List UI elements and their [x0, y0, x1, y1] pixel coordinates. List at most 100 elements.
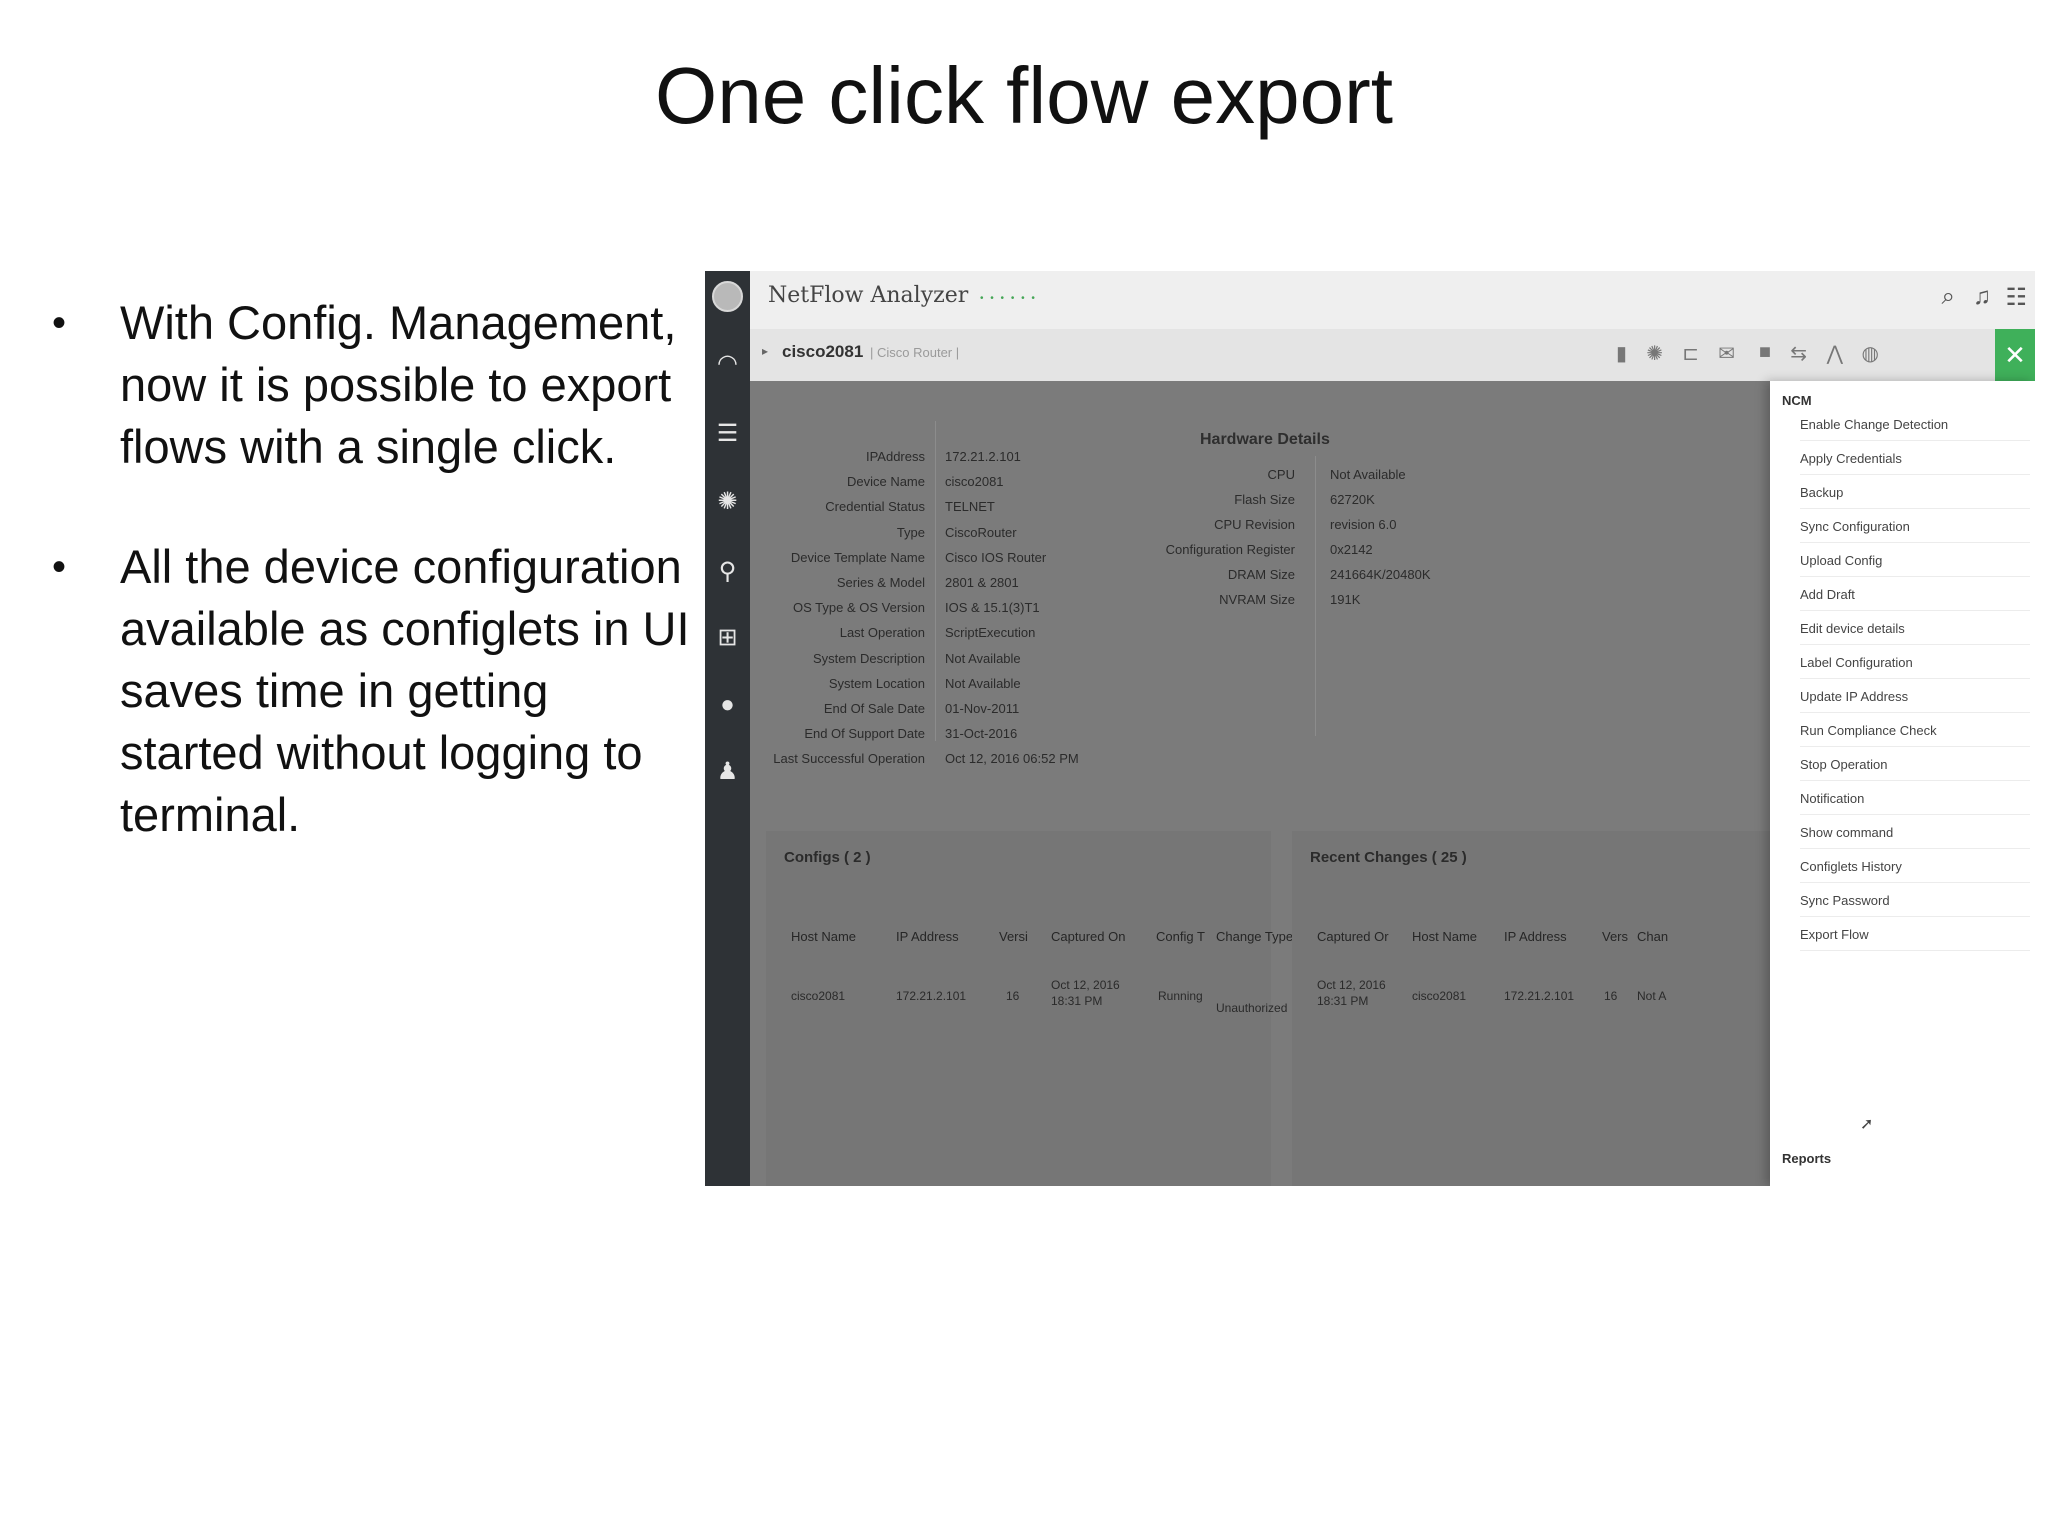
expand-arrow-icon[interactable]: ▸ [762, 344, 768, 358]
recent-changes-panel: Recent Changes ( 25 ) Captured Or Host N… [1292, 831, 1775, 1186]
avatar[interactable] [712, 281, 743, 312]
menu-item-stop-operation[interactable]: Stop Operation [1800, 757, 2030, 781]
hardware-title: Hardware Details [1200, 431, 1330, 448]
app-header: NetFlow Analyzer • • • • • • ⌕ ♫ ☷ [750, 271, 2035, 330]
device-info-label: Device Name [846, 474, 925, 490]
chat-icon[interactable]: ● [705, 691, 750, 719]
divider [935, 421, 936, 741]
column-header[interactable]: Chan [1637, 929, 1668, 944]
database-icon[interactable]: ◍ [1862, 341, 1879, 366]
column-header[interactable]: IP Address [896, 929, 959, 944]
menu-item-export-flow[interactable]: Export Flow [1800, 927, 2030, 951]
menu-item-add-draft[interactable]: Add Draft [1800, 587, 2030, 611]
table-cell: cisco2081 [791, 989, 846, 1003]
close-button[interactable]: ✕ [1995, 329, 2035, 381]
table-cell: 172.21.2.101 [896, 989, 967, 1003]
device-info-label: End Of Sale Date [823, 701, 925, 716]
device-info-value: Not Available [945, 650, 1021, 666]
hardware-label: CPU [1267, 467, 1295, 482]
table-cell: Unauthorized [1216, 1001, 1288, 1015]
graph-icon[interactable]: ⋀ [1827, 341, 1843, 366]
column-header[interactable]: IP Address [1504, 929, 1567, 944]
menu-item-backup[interactable]: Backup [1800, 485, 2030, 509]
menu-item-apply-credentials[interactable]: Apply Credentials [1800, 451, 2030, 475]
recent-changes-title: Recent Changes ( 25 ) [1310, 849, 1467, 866]
menu-item-configlets-history[interactable]: Configlets History [1800, 859, 2030, 883]
hardware-value: 62720K [1330, 492, 1375, 507]
location-pin-icon[interactable]: ⚲ [705, 557, 750, 586]
brand-dots: • • • • • • [980, 293, 1037, 304]
device-info-label: End Of Support Date [804, 726, 925, 742]
device-details-panel: IPAddress 172.21.2.101 Device Name cisco208… [750, 381, 1775, 1186]
column-header[interactable]: Vers [1602, 929, 1628, 944]
menu-item-upload-config[interactable]: Upload Config [1800, 553, 2030, 577]
table-cell: Not A [1637, 989, 1667, 1003]
alarm-icon[interactable]: ✺ [1646, 341, 1663, 366]
menu-item-update-ip-address[interactable]: Update IP Address [1800, 689, 2030, 713]
bullet-list: With Config. Management, now it is possi… [52, 292, 692, 904]
column-header[interactable]: Versi [999, 929, 1028, 944]
column-header[interactable]: Host Name [1412, 929, 1477, 944]
delete-icon[interactable]: ▮ [1616, 341, 1627, 366]
menu-item-run-compliance-check[interactable]: Run Compliance Check [1800, 723, 2030, 747]
device-toolbar: ▸ cisco2081 | Cisco Router | ▮ ✺ ⊏ ✉ ■ ⇆… [750, 329, 2035, 381]
hardware-label: CPU Revision [1214, 517, 1295, 532]
device-info-label: Credential Status [825, 499, 925, 515]
column-header[interactable]: Captured Or [1317, 929, 1389, 944]
menu-item-notification[interactable]: Notification [1800, 791, 2030, 815]
device-info-value: TELNET [945, 499, 995, 515]
device-info-value: cisco2081 [945, 474, 1004, 490]
table-cell: cisco2081 [1412, 989, 1467, 1003]
menu-item-enable-change-detection[interactable]: Enable Change Detection [1800, 417, 2030, 441]
search-icon[interactable]: ⌕ [1942, 283, 1955, 311]
hardware-value: 0x2142 [1330, 542, 1373, 557]
dashboard-icon[interactable]: ◠ [705, 349, 750, 378]
menu-reports[interactable]: Reports [1782, 1151, 1831, 1166]
bullet-configlets: All the device configuration available a… [52, 536, 692, 846]
device-info-label: Last Operation [839, 625, 925, 641]
terminal-icon[interactable]: ■ [1759, 341, 1771, 364]
configs-title: Configs ( 2 ) [784, 849, 871, 866]
menu-item-sync-configuration[interactable]: Sync Configuration [1800, 519, 2030, 543]
device-info-value: ScriptExecution [945, 625, 1036, 641]
column-header[interactable]: Host Name [791, 929, 856, 944]
device-info-value: 2801 & 2801 [945, 575, 1019, 590]
menu-item-show-command[interactable]: Show command [1800, 825, 2030, 849]
device-info-label: Type [896, 524, 925, 540]
link-icon[interactable]: ⇆ [1790, 341, 1807, 366]
column-header[interactable]: Change Type [1216, 929, 1293, 944]
table-cell: Running [1158, 989, 1203, 1003]
column-header[interactable]: Captured On [1051, 929, 1125, 944]
device-info-label: OS Type & OS Version [793, 600, 925, 616]
device-info-label: IPAddress [865, 449, 925, 464]
network-icon[interactable]: ⊞ [705, 623, 750, 652]
device-info-value: Not Available [945, 675, 1021, 691]
slide-title: One click flow export [654, 51, 1394, 140]
mail-icon[interactable]: ✉ [1718, 341, 1735, 366]
column-header[interactable]: Config T [1156, 929, 1205, 944]
device-info-value: Cisco IOS Router [945, 549, 1047, 565]
hardware-value: Not Available [1330, 467, 1406, 482]
hardware-value: 241664K/20480K [1330, 567, 1431, 582]
hardware-value: revision 6.0 [1330, 517, 1397, 532]
hardware-value: 191K [1330, 592, 1361, 607]
left-nav-rail: ◠ ☰ ✺ ⚲ ⊞ ● ♟ [705, 271, 750, 1186]
menu-item-sync-password[interactable]: Sync Password [1800, 893, 2030, 917]
netflow-screenshot: ◠ ☰ ✺ ⚲ ⊞ ● ♟ NetFlow Analyzer • • • • •… [705, 271, 2035, 1186]
bell-icon[interactable]: ♫ [1973, 283, 1991, 311]
menu-header: NCM [1782, 393, 1812, 408]
hardware-label: Flash Size [1234, 492, 1295, 507]
topology-icon[interactable]: ⊏ [1682, 341, 1699, 366]
user-icon[interactable]: ♟ [705, 757, 750, 786]
device-info-label: System Description [813, 650, 925, 666]
alarm-icon[interactable]: ✺ [705, 487, 750, 516]
settings-icon[interactable]: ☷ [2005, 283, 2027, 312]
mouse-cursor-icon: ➚ [1860, 1116, 1874, 1133]
inventory-icon[interactable]: ☰ [705, 419, 750, 448]
device-info-label: Last Successful Operation [773, 751, 925, 767]
menu-item-label-configuration[interactable]: Label Configuration [1800, 655, 2030, 679]
table-cell: 16 [1006, 989, 1020, 1003]
device-info-value: 01-Nov-2011 [945, 701, 1020, 716]
hardware-label: NVRAM Size [1219, 592, 1295, 607]
menu-item-edit-device-details[interactable]: Edit device details [1800, 621, 2030, 645]
